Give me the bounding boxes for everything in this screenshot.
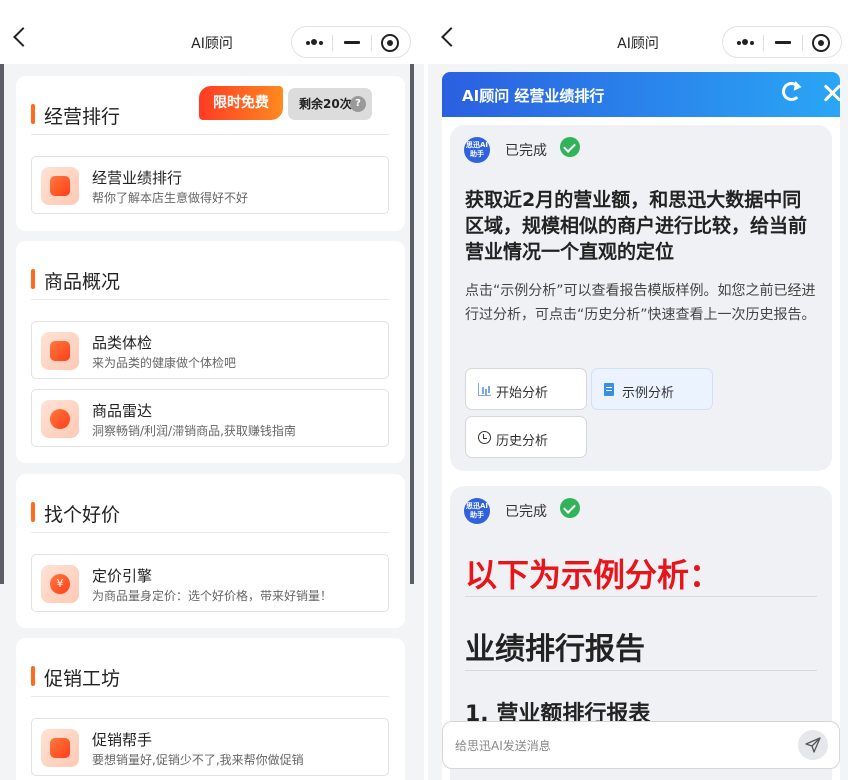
capsule-divider <box>371 35 372 51</box>
bar-chart-icon <box>478 383 491 396</box>
section-accent-bar <box>31 269 35 289</box>
section-accent-bar <box>31 104 35 124</box>
icon-shape <box>50 738 70 758</box>
capsule-divider <box>332 35 333 51</box>
message-heading: 获取近2月的营业额，和思迅大数据中同区域，规模相似的商户进行比较，给当前营业情况… <box>465 189 808 263</box>
help-icon[interactable]: ? <box>350 96 366 112</box>
section-title: 商品概况 <box>44 271 121 293</box>
tag-icon <box>41 729 79 767</box>
send-icon <box>805 737 821 753</box>
yen-icon: ¥ <box>41 565 79 603</box>
refresh-icon[interactable] <box>782 82 801 101</box>
content-divider <box>465 670 817 671</box>
remaining-count-text: 剩余20次 <box>299 97 352 111</box>
section-divider <box>31 134 389 135</box>
feature-title: 经营业绩排行 <box>92 169 183 187</box>
feature-description: 帮你了解本店生意做得好不好 <box>92 191 249 205</box>
feature-description: 为商品量身定价：选个好价格，带来好销量！ <box>92 589 333 603</box>
left-phone-screen: AI顾问 经营排行 限时免费 剩余20次 ? 经营业绩排行 帮你了解本店生意做得… <box>0 0 424 780</box>
button-label: 开始分析 <box>496 386 549 401</box>
icon-shape <box>50 341 70 361</box>
close-icon[interactable] <box>822 82 844 104</box>
icon-shape <box>50 176 70 196</box>
icon-shape <box>50 409 70 429</box>
feature-title: 商品雷达 <box>92 402 153 420</box>
remaining-count-badge[interactable]: 剩余20次 ? <box>288 88 372 120</box>
feature-item-category-check[interactable]: 品类体检 来为品类的健康做个体检吧 <box>31 321 389 379</box>
chat-panel-body: 思迅AI助手 已完成 获取近2月的营业额，和思迅大数据中同区域，规模相似的商户进… <box>442 117 840 780</box>
feature-title: 定价引擎 <box>92 567 153 585</box>
clock-icon <box>478 431 491 444</box>
button-label: 示例分析 <box>622 386 675 401</box>
section-accent-bar <box>31 502 35 522</box>
button-label: 历史分析 <box>496 434 549 449</box>
mini-program-capsule <box>291 26 411 58</box>
section-title: 经营排行 <box>44 106 121 128</box>
feature-title: 品类体检 <box>92 334 153 352</box>
mini-program-capsule <box>722 26 842 58</box>
history-analysis-button[interactable]: 历史分析 <box>465 416 587 458</box>
section-title: 找个好价 <box>44 504 121 526</box>
capsule-divider <box>802 35 803 51</box>
section-card-pricing: 找个好价 ¥ 定价引擎 为商品量身定价：选个好价格，带来好销量！ <box>16 474 405 628</box>
feature-item-promotion-helper[interactable]: 促销帮手 要想销量好,促销少不了,我来帮你做促销 <box>31 718 389 776</box>
left-nav-bar: AI顾问 <box>0 0 424 64</box>
section-card-promotion: 促销工坊 促销帮手 要想销量好,促销少不了,我来帮你做促销 <box>16 638 405 780</box>
limited-free-badge: 限时免费 <box>199 86 283 120</box>
icon-shape: ¥ <box>50 574 70 594</box>
list-icon <box>41 332 79 370</box>
document-icon <box>604 383 614 396</box>
feature-item-sales-ranking[interactable]: 经营业绩排行 帮你了解本店生意做得好不好 <box>31 156 389 214</box>
feature-item-pricing-engine[interactable]: ¥ 定价引擎 为商品量身定价：选个好价格，带来好销量！ <box>31 554 389 612</box>
radar-icon <box>41 400 79 438</box>
feature-description: 洞察畅销/利润/滞销商品,获取赚钱指南 <box>92 424 296 438</box>
status-text: 已完成 <box>505 504 547 520</box>
assistant-avatar: 思迅AI助手 <box>464 498 490 524</box>
send-button[interactable] <box>798 730 828 760</box>
panel-title: AI顾问 经营业绩排行 <box>462 87 605 105</box>
message-input[interactable] <box>455 736 775 756</box>
check-circle-icon <box>560 137 580 157</box>
example-analysis-button[interactable]: 示例分析 <box>591 368 713 410</box>
section-title: 促销工坊 <box>44 668 121 690</box>
start-analysis-button[interactable]: 开始分析 <box>465 368 587 410</box>
check-circle-icon <box>560 498 580 518</box>
right-scroll-rail <box>410 64 414 584</box>
content-divider <box>465 596 817 597</box>
minimize-icon[interactable] <box>344 41 360 44</box>
assistant-avatar: 思迅AI助手 <box>464 137 490 163</box>
message-paragraph: 点击“示例分析”可以查看报告模版样例。如您之前已经进行过分析，可点击“历史分析”… <box>465 283 816 323</box>
feature-description: 来为品类的健康做个体检吧 <box>92 356 237 370</box>
report-title: 业绩排行报告 <box>465 632 645 667</box>
left-scroll-rail <box>0 64 4 584</box>
minimize-icon[interactable] <box>775 41 791 44</box>
section-card-ranking: 经营排行 限时免费 剩余20次 ? 经营业绩排行 帮你了解本店生意做得好不好 <box>16 76 405 231</box>
feature-description: 要想销量好,促销少不了,我来帮你做促销 <box>92 753 304 767</box>
section-accent-bar <box>31 666 35 686</box>
feature-item-product-radar[interactable]: 商品雷达 洞察畅销/利润/滞销商品,获取赚钱指南 <box>31 389 389 447</box>
message-input-bar <box>442 721 840 769</box>
right-phone-screen: AI顾问 AI顾问 经营业绩排行 思迅AI助手 已完成 获取近2月的营业额，和思… <box>428 0 848 780</box>
capsule-divider <box>763 35 764 51</box>
right-nav-bar: AI顾问 <box>428 0 848 64</box>
section-divider <box>31 299 389 300</box>
close-target-icon[interactable] <box>381 34 399 52</box>
section-divider <box>31 696 389 697</box>
more-dots-icon[interactable] <box>306 41 310 45</box>
assistant-message-intro: 思迅AI助手 已完成 获取近2月的营业额，和思迅大数据中同区域，规模相似的商户进… <box>450 125 832 471</box>
example-title: 以下为示例分析： <box>465 556 722 594</box>
status-text: 已完成 <box>505 143 547 159</box>
ai-panel-header: AI顾问 经营业绩排行 <box>442 72 840 117</box>
yen-glyph: ¥ <box>56 577 64 590</box>
close-target-icon[interactable] <box>812 34 830 52</box>
more-dots-icon[interactable] <box>737 41 741 45</box>
bar-chart-icon <box>41 167 79 205</box>
feature-title: 促销帮手 <box>92 731 153 749</box>
section-card-products: 商品概况 品类体检 来为品类的健康做个体检吧 商品雷达 洞察畅销/利润/滞销商品… <box>16 241 405 463</box>
section-divider <box>31 532 389 533</box>
